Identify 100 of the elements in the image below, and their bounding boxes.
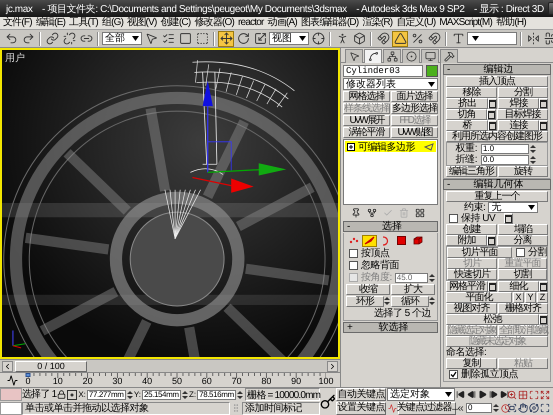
name-field[interactable]: Cylinder03 — [343, 65, 423, 77]
target-square-icon[interactable] — [67, 390, 78, 400]
stack-tool-button[interactable] — [413, 207, 426, 219]
menu-item[interactable]: MAXScript(M) — [437, 17, 494, 29]
stack-tool-button[interactable] — [365, 207, 378, 219]
checkbox[interactable] — [349, 261, 358, 270]
rollout-header[interactable]: - 编辑边 — [443, 64, 551, 75]
panel-tab[interactable] — [440, 49, 458, 63]
menu-item[interactable]: 自定义(U) — [394, 17, 438, 29]
panel-tab[interactable] — [421, 49, 439, 63]
toolbar-button[interactable] — [235, 30, 251, 46]
dropdown[interactable] — [467, 32, 517, 45]
dropdown[interactable]: 视图 — [269, 32, 309, 45]
panel-button[interactable]: 切角 — [446, 109, 486, 120]
checkbox[interactable] — [449, 214, 458, 223]
navigation-button[interactable] — [518, 402, 528, 415]
spinner-arrows[interactable] — [530, 154, 536, 164]
panel-button[interactable]: 移除 — [446, 87, 496, 98]
menu-item[interactable]: 组(G) — [100, 17, 126, 29]
spinner-arrows[interactable] — [182, 390, 188, 400]
previous-button[interactable] — [2, 360, 13, 372]
menu-item[interactable]: 帮助(H) — [494, 17, 528, 29]
menu-item[interactable]: 图表编辑器(D) — [298, 17, 360, 29]
panel-button[interactable]: 编辑三角形 — [446, 166, 496, 177]
settings-button[interactable] — [539, 98, 548, 109]
frame-field[interactable]: 0 — [466, 403, 492, 414]
panel-button[interactable]: 切割 — [498, 269, 547, 280]
panel-button[interactable]: 分离 — [496, 235, 548, 246]
panel-button[interactable]: 涡轮平滑 — [343, 127, 390, 138]
toolbar-button[interactable] — [61, 30, 77, 46]
panel-button[interactable]: 快速切片 — [447, 269, 496, 280]
panel-button[interactable]: 连接 — [498, 120, 539, 131]
checkbox[interactable] — [449, 370, 458, 379]
checkbox[interactable] — [516, 248, 525, 257]
panel-button[interactable]: 塌陷 — [498, 224, 548, 235]
spinner-arrows[interactable] — [126, 390, 133, 400]
axis-button[interactable]: Y — [525, 292, 536, 303]
panel-button[interactable]: 重复上一个 — [446, 191, 548, 202]
dropdown[interactable]: 选定对象 — [387, 388, 455, 402]
viewport-label[interactable]: 用户 — [5, 51, 25, 65]
navigation-button[interactable] — [540, 402, 550, 415]
stack-item[interactable]: 可编辑多边形 — [345, 141, 436, 152]
settings-button[interactable] — [539, 314, 548, 325]
settings-button[interactable] — [539, 281, 548, 292]
time-config-button[interactable] — [500, 402, 510, 415]
navigation-button[interactable] — [529, 402, 539, 415]
checkbox[interactable] — [349, 249, 358, 258]
panel-button[interactable]: 插入顶点 — [446, 76, 548, 87]
time-slider-thumb[interactable]: 0 / 100 — [15, 360, 87, 372]
panel-button[interactable]: 复制 — [446, 358, 496, 369]
lock-icon[interactable] — [57, 390, 66, 400]
panel-button[interactable]: 环形 — [346, 296, 384, 307]
panel-button[interactable]: 面片选择 — [391, 91, 438, 102]
menu-item[interactable]: 创建(C) — [158, 17, 192, 29]
next-button[interactable] — [327, 360, 338, 372]
menu-item[interactable]: 编辑(E) — [34, 17, 68, 29]
number-field[interactable]: 0.0 — [481, 154, 529, 164]
rollout-header[interactable]: + 软选择 — [343, 322, 438, 333]
panel-button[interactable]: 栅格对齐 — [498, 303, 548, 314]
panel-button[interactable]: 松弛 — [446, 314, 539, 325]
navigation-button[interactable] — [518, 388, 528, 402]
axis-button[interactable]: X — [513, 292, 524, 303]
toolbar-button[interactable] — [392, 30, 408, 46]
toolbar-button[interactable] — [252, 30, 268, 46]
menu-item[interactable]: 修改器(O) — [192, 17, 236, 29]
pulse-icon[interactable] — [6, 374, 18, 386]
key-filters-button[interactable]: 关键点过滤器... — [398, 402, 456, 415]
panel-button[interactable]: 旋转 — [498, 166, 548, 177]
panel-button[interactable]: 多边形选择 — [391, 103, 438, 114]
menu-item[interactable]: 文件(F) — [1, 17, 34, 29]
panel-button[interactable]: 平面化 — [446, 292, 512, 303]
listener-field[interactable] — [0, 402, 22, 415]
spinner-arrows[interactable] — [237, 390, 244, 400]
navigation-button[interactable] — [507, 402, 517, 415]
dropdown[interactable]: 修改器列表 — [343, 78, 438, 90]
panel-button[interactable]: 网格平滑 — [446, 281, 488, 292]
navigation-button[interactable] — [540, 388, 550, 402]
spinner-arrows[interactable] — [493, 403, 499, 414]
navigation-button[interactable] — [507, 388, 517, 402]
menu-item[interactable]: 动画(A) — [266, 17, 299, 29]
menu-item[interactable]: 视图(V) — [125, 17, 158, 29]
settings-button[interactable] — [504, 213, 514, 224]
panel-button[interactable]: 分割 — [498, 87, 548, 98]
panel-button[interactable]: 收缩 — [346, 284, 390, 295]
panel-button[interactable]: 附加 — [446, 235, 486, 246]
number-field[interactable]: 1.0 — [481, 144, 529, 154]
dropdown[interactable]: 全部 — [102, 32, 142, 45]
panel-tab[interactable] — [364, 49, 382, 63]
panel-button[interactable]: 挤出 — [446, 98, 488, 109]
panel-button[interactable]: 扩大 — [391, 284, 435, 295]
axis-button[interactable]: Z — [537, 292, 548, 303]
time-tag-button[interactable]: 添加时间标记 — [242, 402, 320, 415]
subobject-button[interactable] — [362, 234, 377, 246]
toolbar-button[interactable] — [194, 30, 210, 46]
menu-item[interactable]: 工具(T) — [67, 17, 100, 29]
key-filter-button[interactable] — [387, 402, 397, 415]
set-key-button[interactable]: 设置关键点 — [336, 402, 386, 415]
spinner-arrows[interactable] — [530, 144, 536, 154]
toolbar-button[interactable] — [177, 30, 193, 46]
menu-item[interactable]: 渲染(R) — [360, 17, 394, 29]
